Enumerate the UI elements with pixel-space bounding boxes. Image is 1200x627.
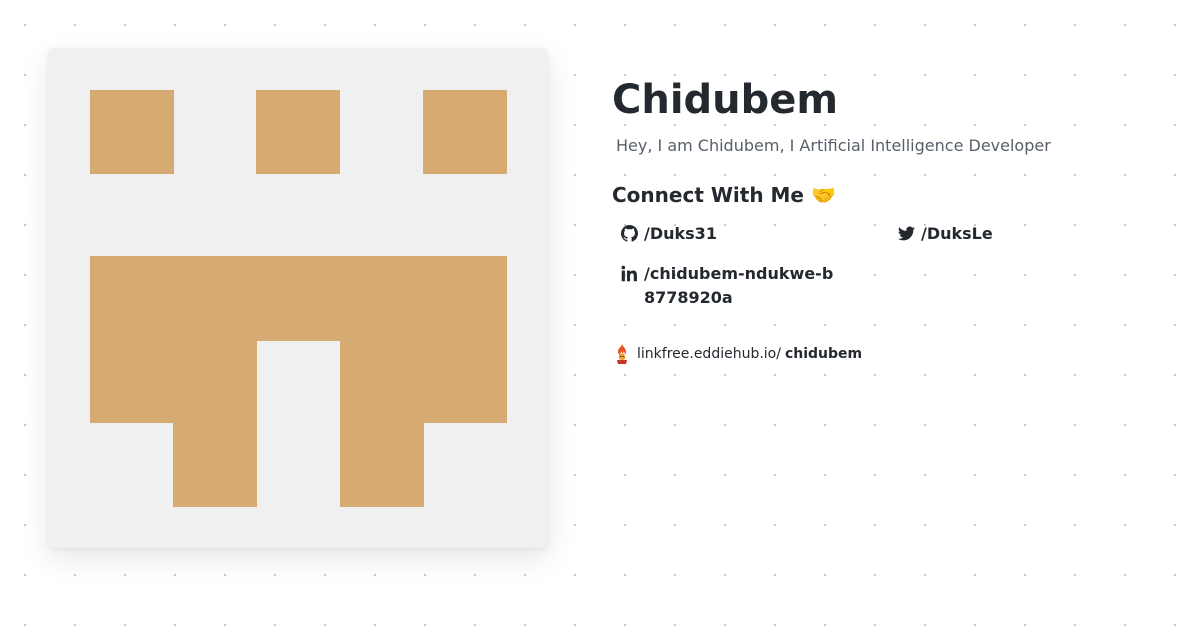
github-link[interactable]: /Duks31: [621, 222, 898, 246]
identicon-blocks: [90, 90, 507, 507]
avatar: [48, 48, 548, 548]
linkfree-domain: linkfree.eddiehub.io/: [637, 346, 781, 362]
connect-title-text: Connect With Me: [612, 183, 804, 207]
twitter-link[interactable]: /DuksLe: [898, 222, 1158, 246]
social-links: /Duks31 /DuksLe /chidubem-ndukwe-b877892…: [621, 222, 1172, 310]
linkedin-handle: /chidubem-ndukwe-b8778920a: [644, 264, 834, 307]
github-handle: /Duks31: [644, 224, 717, 243]
handshake-icon: 🤝: [810, 183, 836, 207]
linkfree-username: chidubem: [784, 346, 863, 362]
linkedin-link[interactable]: /chidubem-ndukwe-b8778920a: [621, 262, 898, 310]
linkedin-icon: [621, 265, 637, 282]
linkfree-footer[interactable]: linkfree.eddiehub.io/ chidubem: [614, 344, 1172, 364]
connect-heading: Connect With Me 🤝: [612, 182, 1172, 208]
linkfree-logo-icon: [617, 344, 627, 364]
github-icon: [621, 225, 638, 242]
profile-bio: Hey, I am Chidubem, I Artificial Intelli…: [616, 136, 1051, 155]
twitter-icon: [898, 226, 915, 241]
identicon-avatar: [90, 90, 507, 507]
profile-name: Chidubem: [612, 77, 839, 123]
profile-info: Chidubem Hey, I am Chidubem, I Artificia…: [612, 72, 1172, 364]
twitter-handle: /DuksLe: [921, 224, 993, 243]
